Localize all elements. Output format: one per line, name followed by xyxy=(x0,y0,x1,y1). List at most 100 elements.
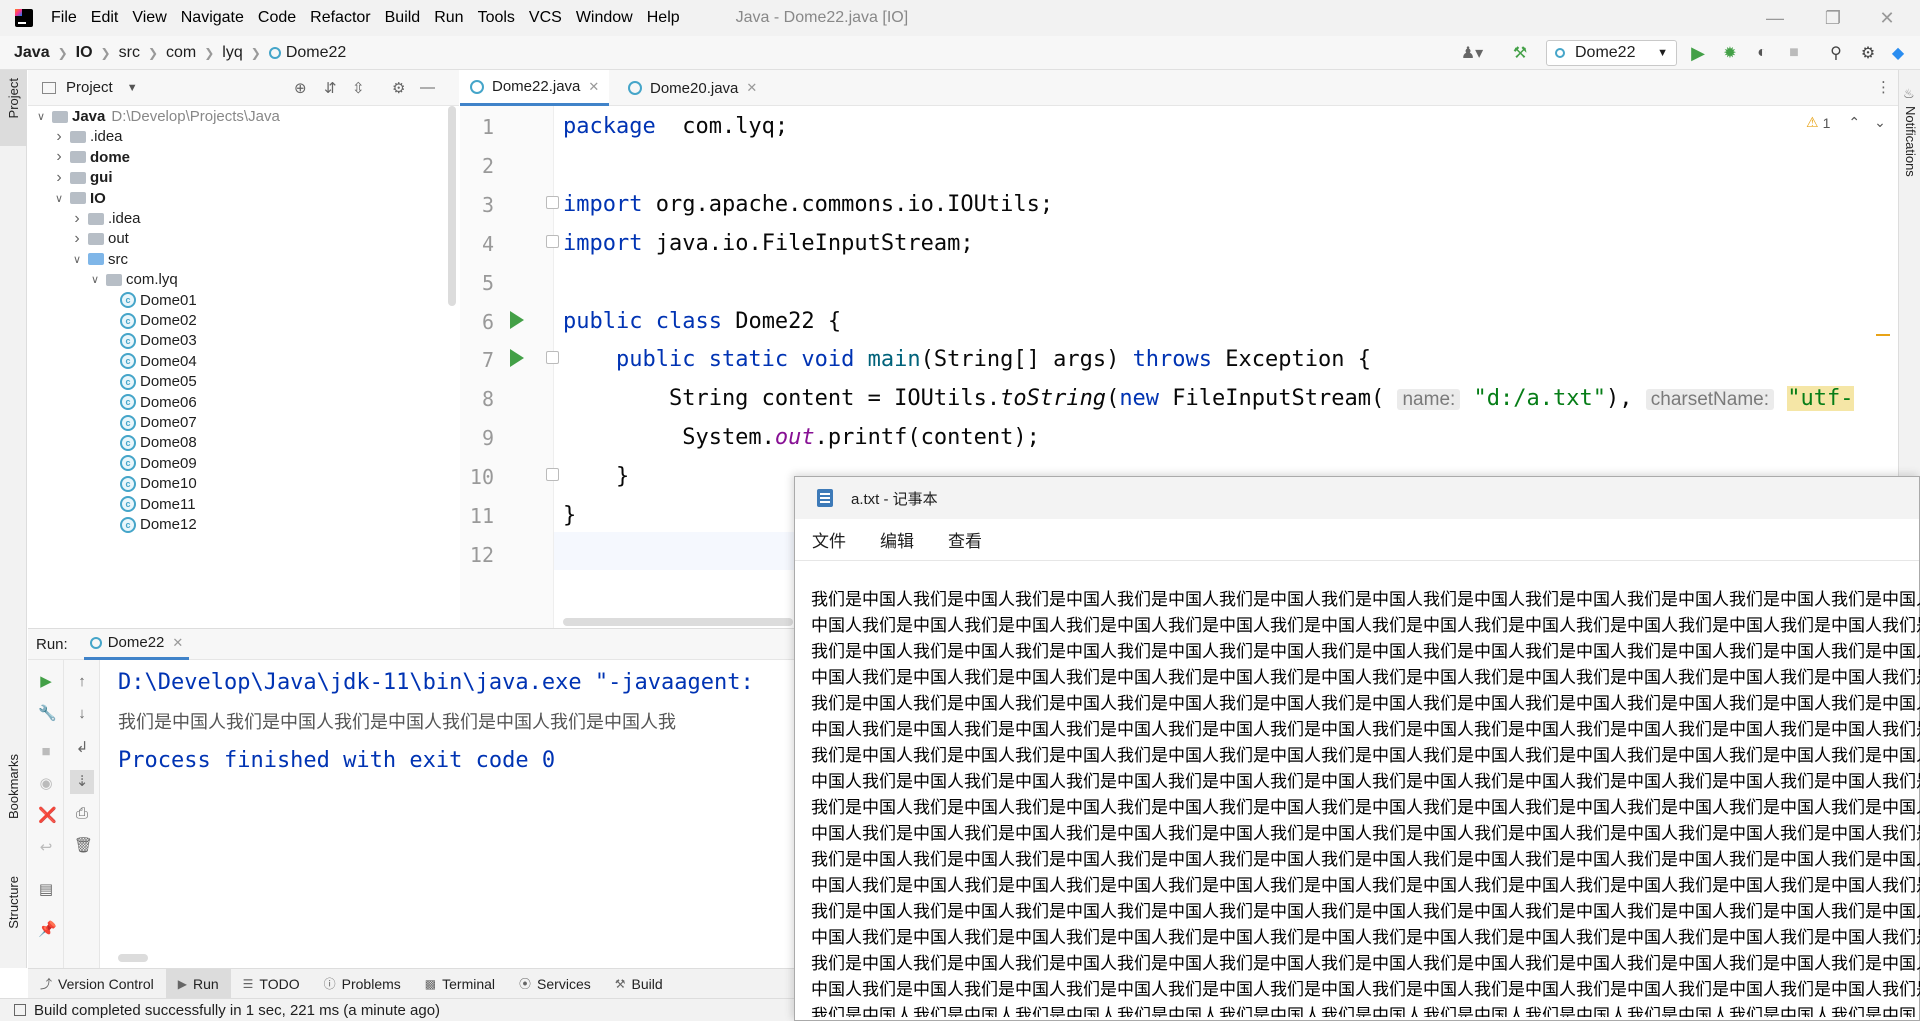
editor-horizontal-scrollbar[interactable] xyxy=(563,618,793,626)
pin-icon[interactable]: 📌 xyxy=(38,922,57,938)
fold-marker-icon[interactable] xyxy=(546,351,559,365)
tab-version-control[interactable]: ⤴ Version Control xyxy=(28,969,166,999)
menu-item-window[interactable]: Window xyxy=(576,9,633,27)
bookmarks-tool-label[interactable]: Bookmarks xyxy=(6,754,21,819)
soft-wrap-icon[interactable]: ↲ xyxy=(74,740,90,756)
run-gutter-icon[interactable] xyxy=(510,349,524,368)
arrow-up-icon[interactable]: ↑ xyxy=(74,674,90,690)
notepad-menu-edit[interactable]: 编辑 xyxy=(880,527,914,552)
wrench-icon[interactable]: 🔧 xyxy=(38,706,57,722)
breadcrumb-item[interactable]: Dome22 xyxy=(286,44,346,62)
tab-problems[interactable]: ⓘ Problems xyxy=(312,969,413,999)
project-tool-button[interactable]: Project xyxy=(0,70,27,146)
menu-item-edit[interactable]: Edit xyxy=(91,9,119,27)
chevron-right-icon[interactable]: › xyxy=(52,148,66,166)
chevron-down-icon[interactable]: ∨ xyxy=(52,192,66,205)
options-gear-icon[interactable]: ⚙ xyxy=(392,79,405,97)
chevron-up-icon[interactable]: ⌃ xyxy=(1848,114,1860,131)
menu-item-run[interactable]: Run xyxy=(434,9,463,27)
exit-icon[interactable]: ↩ xyxy=(38,840,54,856)
settings-gear-icon[interactable]: ⚙ xyxy=(1854,39,1882,67)
coverage-icon[interactable]: ◐ xyxy=(1748,39,1776,67)
chevron-down-icon[interactable]: ⌄ xyxy=(1874,114,1886,131)
tab-dome20[interactable]: Dome20.java ✕ xyxy=(618,70,767,106)
chevron-right-icon[interactable]: › xyxy=(70,230,84,248)
tab-terminal[interactable]: ▩ Terminal xyxy=(413,969,507,999)
stop-icon[interactable]: ■ xyxy=(38,744,54,760)
notepad-menu-file[interactable]: 文件 xyxy=(812,527,846,552)
locate-icon[interactable]: ⊕ xyxy=(294,79,307,97)
tab-build[interactable]: ⚒ Build xyxy=(603,969,675,999)
plugin-icon[interactable]: ◆ xyxy=(1884,39,1912,67)
arrow-down-icon[interactable]: ↓ xyxy=(74,706,90,722)
trash-icon[interactable]: 🗑 xyxy=(74,838,93,854)
menu-item-vcs[interactable]: VCS xyxy=(529,9,562,27)
build-hammer-icon[interactable]: ⚒ xyxy=(1506,39,1534,67)
close-tab-icon[interactable]: ✕ xyxy=(172,635,183,651)
status-message[interactable]: Build completed successfully in 1 sec, 2… xyxy=(34,1002,440,1019)
chevron-down-icon[interactable]: ∨ xyxy=(70,253,84,266)
tab-services[interactable]: ⦿ Services xyxy=(507,969,603,999)
tree-item-dome12[interactable]: c Dome12 xyxy=(28,512,197,537)
menu-item-build[interactable]: Build xyxy=(385,9,421,27)
notepad-title-bar[interactable]: a.txt - 记事本 xyxy=(795,477,1919,519)
rerun-icon[interactable]: ▶ xyxy=(38,674,54,690)
hide-panel-icon[interactable]: — xyxy=(420,79,435,96)
print-icon[interactable]: ⎙ xyxy=(74,806,90,822)
run-tab-dome22[interactable]: Dome22 ✕ xyxy=(83,628,190,660)
notepad-menu-view[interactable]: 查看 xyxy=(948,527,982,552)
scroll-to-end-icon[interactable]: ⇣ xyxy=(70,770,94,794)
close-tab-icon[interactable]: ✕ xyxy=(588,79,599,95)
notifications-tool-label[interactable]: Notifications xyxy=(1903,106,1918,177)
expand-all-icon[interactable]: ⇵ xyxy=(324,79,337,97)
run-icon[interactable]: ▶ xyxy=(1684,39,1712,67)
menu-item-refactor[interactable]: Refactor xyxy=(310,9,370,27)
status-toggle-icon[interactable] xyxy=(14,1004,26,1016)
chevron-down-icon[interactable]: ▼ xyxy=(127,82,138,94)
run-configuration-select[interactable]: Dome22 ▼ xyxy=(1546,40,1677,66)
tree-scrollbar[interactable] xyxy=(448,106,456,306)
stop-icon[interactable]: ■ xyxy=(1780,39,1808,67)
camera-icon[interactable]: ◉ xyxy=(38,776,54,792)
menu-item-help[interactable]: Help xyxy=(647,9,680,27)
kill-icon[interactable]: ❌ xyxy=(38,808,57,824)
restore-icon[interactable]: ❐ xyxy=(1808,0,1858,36)
collapse-all-icon[interactable]: ⇳ xyxy=(352,79,365,97)
console-scrollbar[interactable] xyxy=(118,954,148,962)
menu-item-file[interactable]: File xyxy=(51,9,77,27)
breadcrumb-item[interactable]: com xyxy=(166,44,196,62)
chevron-right-icon[interactable]: › xyxy=(52,169,66,187)
debug-icon[interactable]: ✹ xyxy=(1716,39,1744,67)
breadcrumb-item[interactable]: Java xyxy=(14,44,50,62)
user-icon[interactable]: ♟▾ xyxy=(1458,39,1486,67)
close-tab-icon[interactable]: ✕ xyxy=(746,80,757,96)
chevron-down-icon[interactable]: ∨ xyxy=(88,273,102,286)
search-icon[interactable]: ⚲ xyxy=(1822,39,1850,67)
chevron-right-icon[interactable]: › xyxy=(52,128,66,146)
close-window-icon[interactable]: ✕ xyxy=(1862,0,1912,36)
inspection-widget[interactable]: ⚠ 1 ⌃ ⌄ xyxy=(1806,114,1886,131)
breadcrumb-item[interactable]: lyq xyxy=(222,44,242,62)
tab-dome22[interactable]: Dome22.java ✕ xyxy=(460,70,610,106)
layout-icon[interactable]: ▤ xyxy=(38,882,54,898)
breadcrumb-item[interactable]: src xyxy=(119,44,140,62)
chevron-down-icon[interactable]: ∨ xyxy=(34,110,48,123)
more-tabs-icon[interactable]: ⋮ xyxy=(1876,78,1891,96)
menu-item-navigate[interactable]: Navigate xyxy=(181,9,244,27)
notepad-text-area[interactable]: 我们是中国人我们是中国人我们是中国人我们是中国人我们是中国人我们是中国人我们是中… xyxy=(811,587,1920,1017)
project-panel-title[interactable]: Project xyxy=(66,79,113,96)
breadcrumb-item[interactable]: IO xyxy=(76,44,93,62)
menu-item-view[interactable]: View xyxy=(132,9,166,27)
run-gutter-icon[interactable] xyxy=(510,310,524,329)
tab-run[interactable]: ▶ Run xyxy=(165,968,231,999)
chevron-right-icon[interactable]: › xyxy=(70,210,84,228)
fold-marker-icon[interactable] xyxy=(546,234,559,248)
fold-marker-icon[interactable] xyxy=(546,195,559,209)
menu-item-code[interactable]: Code xyxy=(258,9,296,27)
menu-item-tools[interactable]: Tools xyxy=(478,9,515,27)
fold-marker-icon[interactable] xyxy=(546,468,559,482)
tab-todo[interactable]: ☰ TODO xyxy=(231,969,312,999)
warning-stripe-mark[interactable] xyxy=(1876,334,1890,336)
minimize-icon[interactable]: — xyxy=(1750,0,1800,36)
structure-tool-label[interactable]: Structure xyxy=(6,876,21,929)
